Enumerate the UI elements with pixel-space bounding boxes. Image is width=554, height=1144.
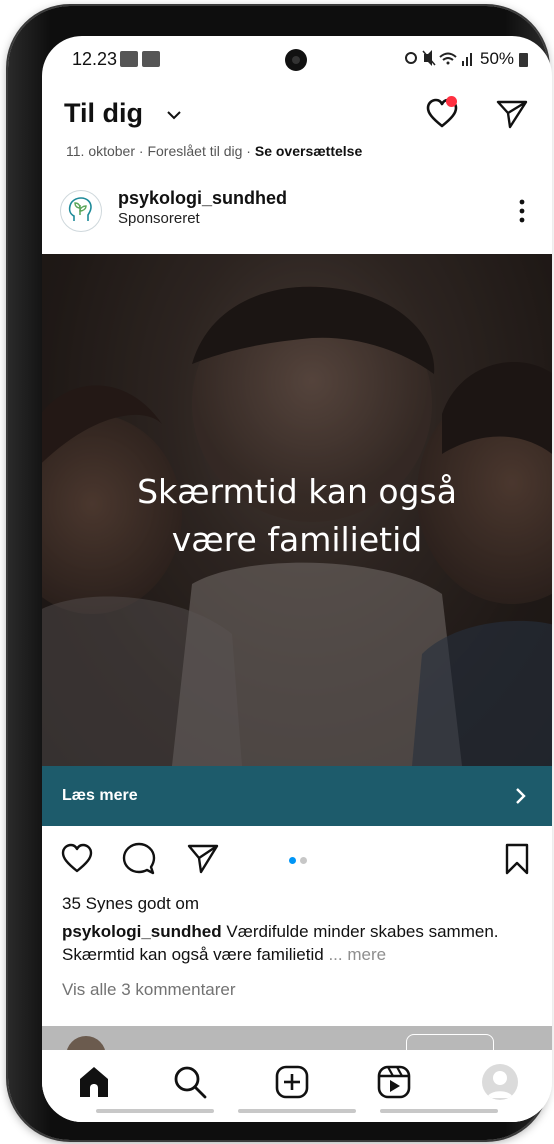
chevron-down-icon[interactable]: [163, 104, 185, 126]
status-bar: 12.23 50%: [42, 36, 552, 84]
profile-avatar[interactable]: [482, 1064, 518, 1100]
search-icon[interactable]: [172, 1064, 208, 1100]
head-leaf-logo-icon: [68, 197, 92, 221]
ad-headline: Skærmtid kan også være familietid: [82, 468, 512, 564]
app-header: Til dig: [42, 84, 552, 148]
status-time: 12.23: [72, 49, 118, 69]
ad-headline-line1: Skærmtid kan også: [137, 472, 457, 511]
account-avatar[interactable]: [60, 190, 102, 232]
share-send-icon[interactable]: [186, 842, 220, 876]
notification-image-icon: [120, 51, 138, 67]
likes-count[interactable]: 35 Synes godt om: [62, 894, 199, 914]
ad-headline-line2: være familietid: [171, 520, 423, 559]
sponsored-label: Sponsoreret: [118, 210, 200, 227]
gesture-bar: [238, 1109, 356, 1113]
bottom-navigation: [42, 1050, 552, 1122]
view-comments-link[interactable]: Vis alle 3 kommentarer: [62, 980, 236, 1000]
carousel-dot: [300, 857, 307, 864]
gesture-bar: [96, 1109, 214, 1113]
create-post-icon[interactable]: [274, 1064, 310, 1100]
battery-icon: [519, 53, 528, 67]
post-actions: [42, 832, 552, 888]
bookmark-icon[interactable]: [500, 842, 534, 876]
previous-post-date: 11. oktober: [66, 143, 136, 159]
alarm-mute-wifi-signal-icons: [405, 50, 472, 66]
feed-title[interactable]: Til dig: [64, 98, 143, 129]
like-heart-icon[interactable]: [60, 842, 94, 876]
front-camera: [285, 49, 307, 71]
home-icon[interactable]: [76, 1064, 112, 1100]
carousel-dot-active: [289, 857, 296, 864]
previous-post-meta-text: 11. oktober · Foreslået til dig · Se ove…: [66, 143, 362, 159]
previous-post-suggested: Foreslået til dig: [147, 143, 243, 159]
meta-separator: ·: [246, 143, 255, 159]
caption-username[interactable]: psykologi_sundhed: [62, 922, 222, 941]
more-options-icon[interactable]: [510, 196, 534, 226]
gesture-bar: [380, 1109, 498, 1113]
chevron-right-icon: [516, 788, 526, 804]
translate-link[interactable]: Se oversættelse: [255, 143, 362, 159]
cta-label: Læs mere: [62, 787, 138, 804]
notification-image-icon: [142, 51, 160, 67]
battery-percent: 50%: [480, 49, 515, 68]
screen: 12.23 50% Til dig 11. oktober · Foreslåe…: [42, 36, 552, 1122]
post-caption: psykologi_sundhed Værdifulde minder skab…: [62, 920, 532, 966]
comment-icon[interactable]: [122, 842, 156, 876]
notification-dot: [446, 96, 457, 107]
ad-image[interactable]: Skærmtid kan også være familietid: [42, 254, 552, 766]
learn-more-button[interactable]: Læs mere: [42, 766, 552, 826]
caption-more-link[interactable]: ... mere: [328, 945, 386, 964]
previous-post-meta: 11. oktober · Foreslået til dig · Se ove…: [66, 143, 546, 159]
status-icons: [404, 48, 476, 72]
post-username[interactable]: psykologi_sundhed: [118, 188, 287, 209]
reels-icon[interactable]: [376, 1064, 412, 1100]
default-avatar-icon: [487, 1071, 513, 1098]
post-header: psykologi_sundhed Sponsoreret: [42, 176, 552, 244]
send-icon[interactable]: [494, 96, 530, 132]
